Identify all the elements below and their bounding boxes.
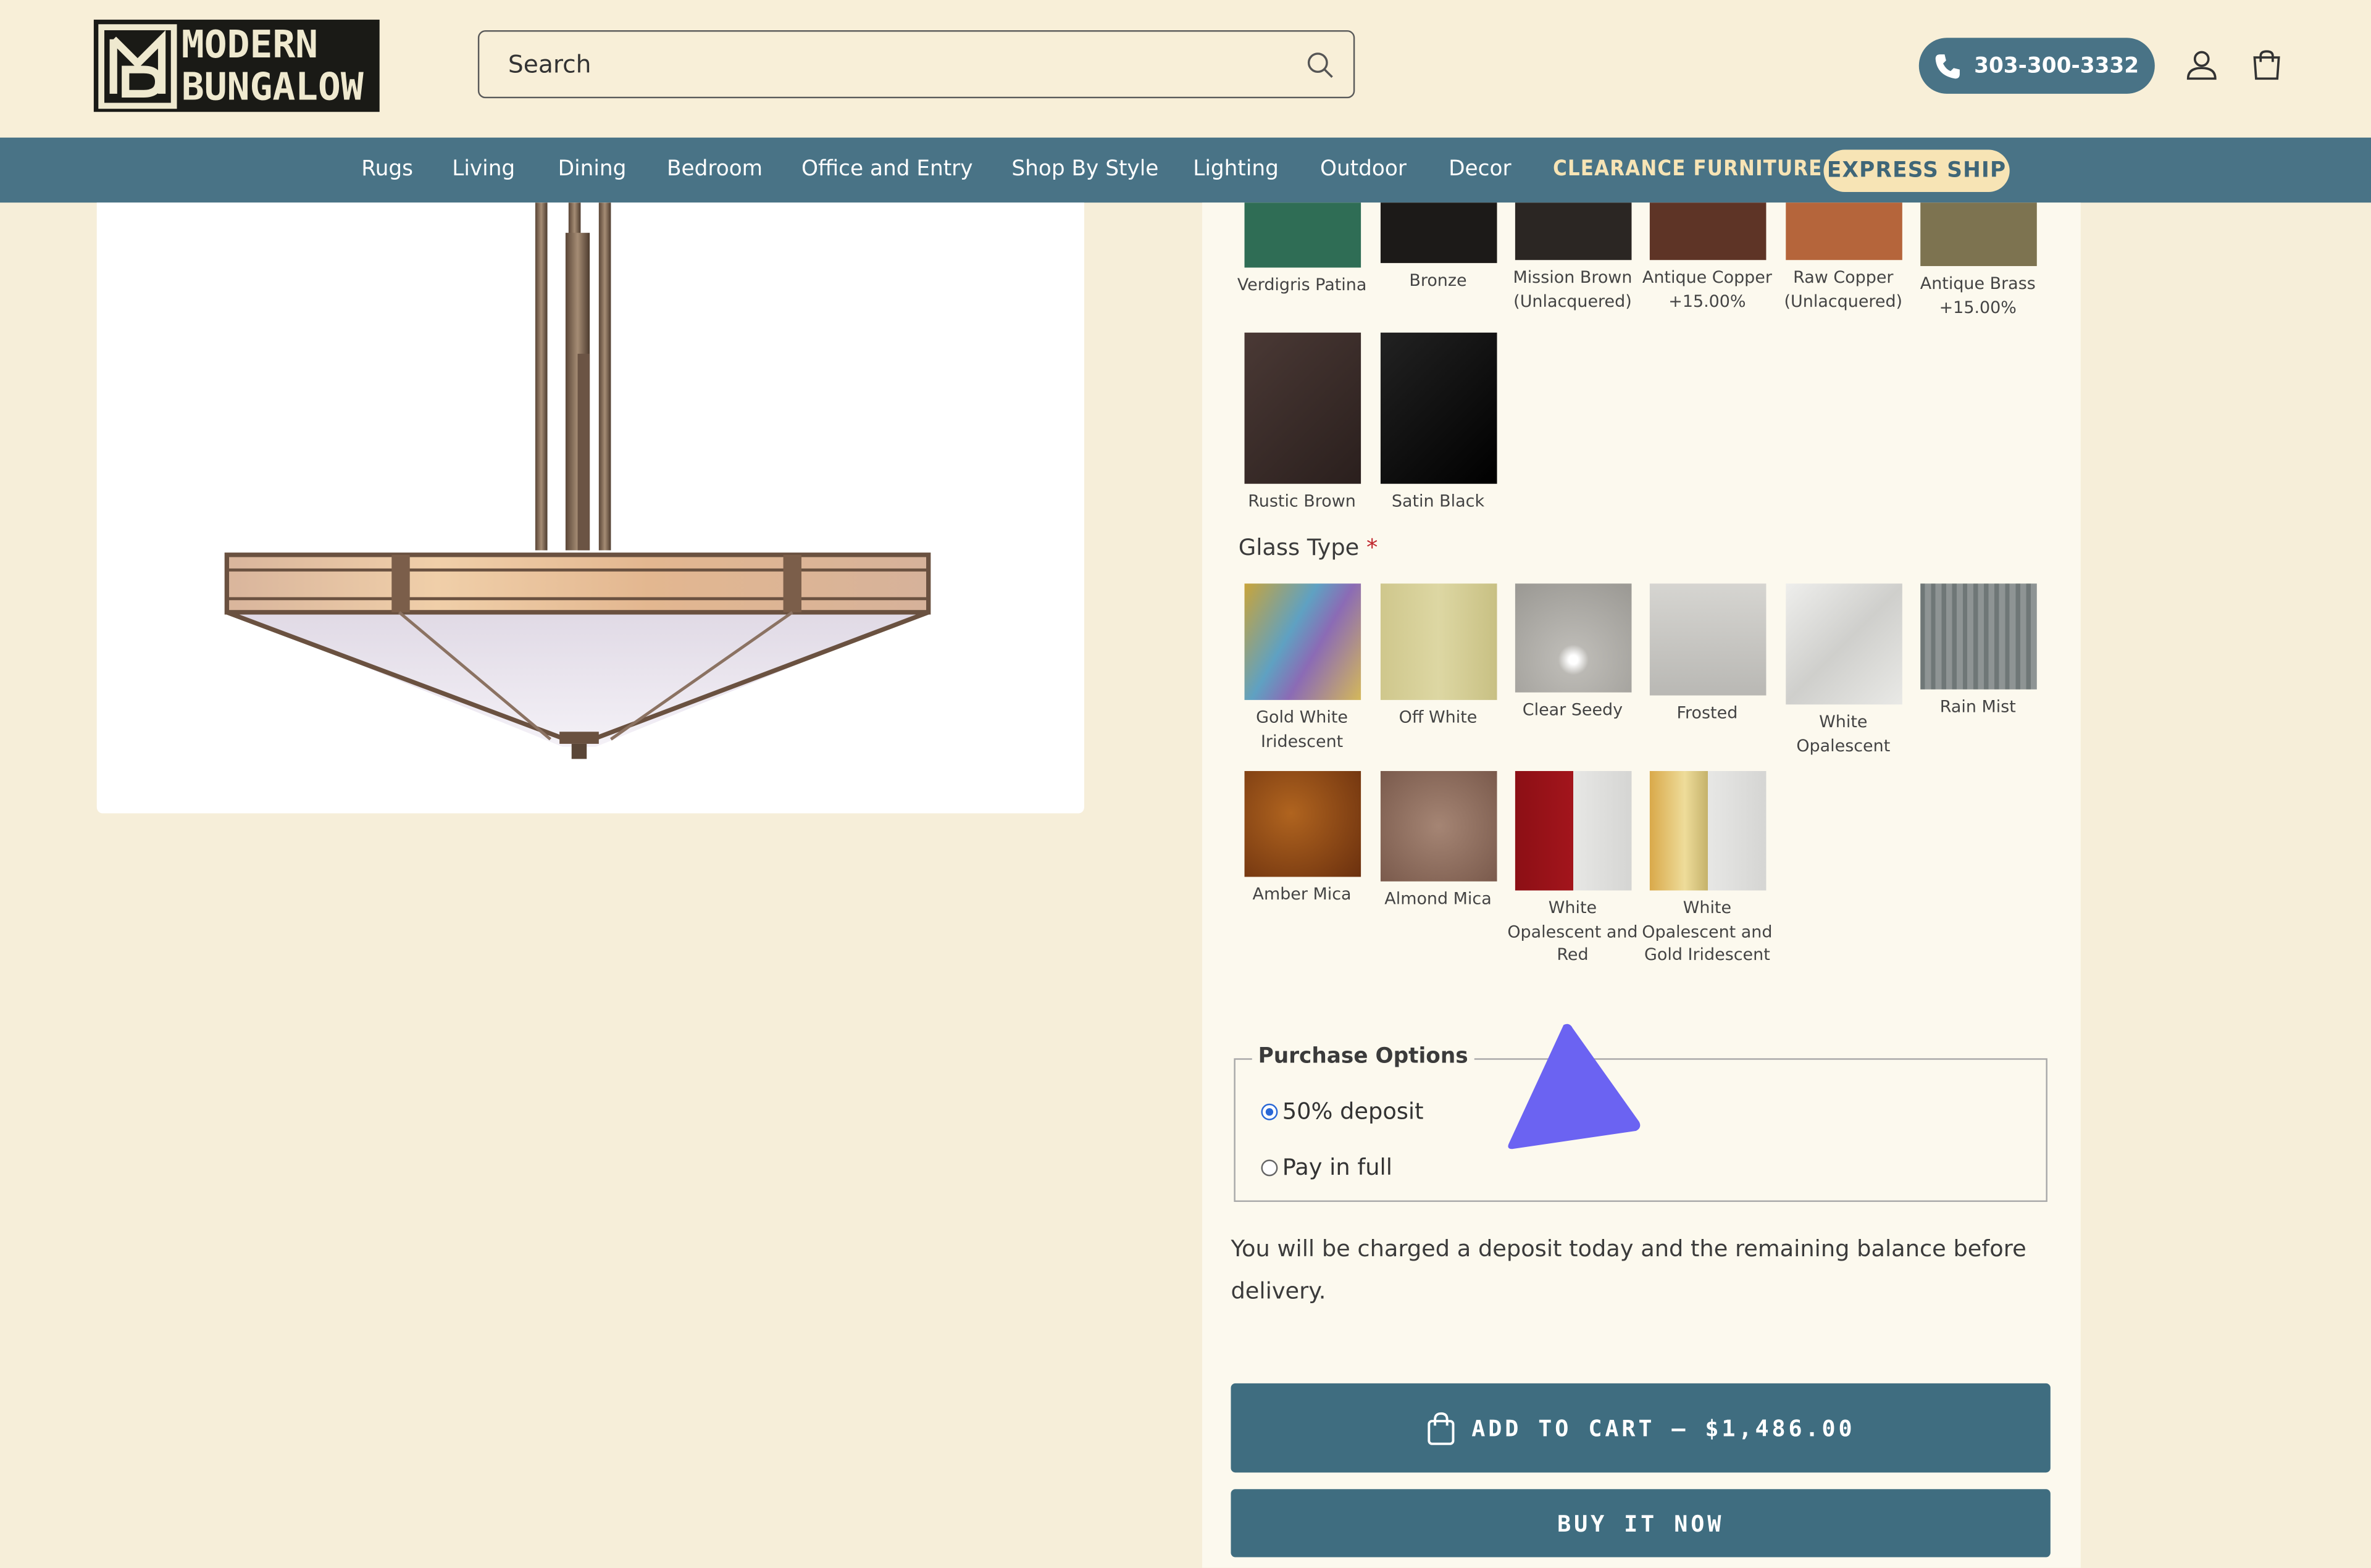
deposit-radio[interactable] xyxy=(1261,1103,1278,1120)
finish-swatch-label: Verdigris Patina xyxy=(1237,275,1367,295)
finish-swatch-label: Bronze xyxy=(1409,270,1467,291)
nav-rugs[interactable]: Rugs xyxy=(361,138,413,202)
glass-swatch-image xyxy=(1649,770,1766,891)
nav-clearance[interactable]: CLEARANCE FURNITURE xyxy=(1553,138,1822,202)
glass-swatch-label: Amber Mica xyxy=(1252,884,1352,904)
glass-swatch-image xyxy=(1514,583,1631,693)
finish-swatch-label: Antique Copper +15.00% xyxy=(1642,267,1772,311)
phone-number: 303-300-3332 xyxy=(1974,53,2139,78)
finish-swatch[interactable]: Verdigris Patina xyxy=(1234,202,1369,297)
glass-swatch-label: White Opalescent and Red xyxy=(1507,898,1638,965)
phone-icon xyxy=(1936,53,1961,78)
glass-swatch-image xyxy=(1649,583,1766,696)
glass-swatch[interactable]: White Opalescent and Red xyxy=(1505,770,1641,967)
glass-swatch[interactable]: Amber Mica xyxy=(1234,770,1369,906)
finish-swatch-image xyxy=(1379,332,1497,484)
deposit-option[interactable]: 50% deposit xyxy=(1261,1098,1424,1125)
glass-swatch-label: Almond Mica xyxy=(1384,889,1492,909)
glass-type-label: Glass Type * xyxy=(1239,533,1378,561)
pay-full-radio[interactable] xyxy=(1261,1159,1278,1176)
main-nav: Rugs Living Dining Bedroom Office and En… xyxy=(0,137,2371,203)
account-icon[interactable] xyxy=(2183,47,2220,83)
deposit-note: You will be charged a deposit today and … xyxy=(1231,1235,2026,1305)
glass-swatch-image xyxy=(1379,583,1497,700)
pointer-cursor-icon xyxy=(1508,1024,1641,1149)
search-icon[interactable] xyxy=(1305,50,1335,80)
glass-swatch-image xyxy=(1379,770,1497,882)
finish-swatch-image xyxy=(1920,202,2036,267)
glass-swatch-image xyxy=(1244,770,1360,877)
finish-swatch-label: Rustic Brown xyxy=(1248,491,1356,511)
express-ship-badge[interactable]: EXPRESS SHIP xyxy=(1823,149,2010,193)
glass-swatch[interactable]: Clear Seedy xyxy=(1505,583,1641,722)
finish-swatch[interactable]: Bronze xyxy=(1370,202,1506,293)
finish-swatch-label: Satin Black xyxy=(1391,491,1485,511)
glass-swatch-label: Rain Mist xyxy=(1939,696,2016,717)
finish-swatch-image xyxy=(1785,202,1902,261)
logo-line-1: MODERN xyxy=(181,22,319,66)
finish-swatch-label: Mission Brown (Unlacquered) xyxy=(1513,267,1633,311)
finish-swatch[interactable]: Rustic Brown xyxy=(1234,332,1369,514)
nav-bedroom[interactable]: Bedroom xyxy=(667,138,763,202)
finish-swatch-image xyxy=(1649,202,1766,261)
nav-decor[interactable]: Decor xyxy=(1449,138,1511,202)
glass-swatch[interactable]: Off White xyxy=(1370,583,1506,729)
finish-swatch-image xyxy=(1379,202,1497,264)
glass-swatch[interactable]: White Opalescent and Gold Iridescent xyxy=(1639,770,1775,967)
glass-swatch-label: Frosted xyxy=(1676,703,1738,723)
buy-now-button[interactable]: BUY IT NOW xyxy=(1231,1489,2051,1558)
logo-mark-icon xyxy=(94,20,182,112)
finish-swatch[interactable]: Raw Copper (Unlacquered) xyxy=(1775,202,1911,313)
deposit-label[interactable]: 50% deposit xyxy=(1282,1098,1424,1125)
cart-icon[interactable] xyxy=(2249,47,2285,83)
glass-swatch[interactable]: Gold White Iridescent xyxy=(1234,583,1369,753)
site-header: MODERN BUNGALOW 303-300-3332 xyxy=(0,0,2371,138)
glass-swatch-image xyxy=(1244,583,1360,700)
buy-now-label: BUY IT NOW xyxy=(1557,1509,1725,1537)
search-input[interactable] xyxy=(508,31,1295,97)
purchase-options-legend: Purchase Options xyxy=(1252,1045,1474,1069)
nav-living[interactable]: Living xyxy=(452,138,515,202)
glass-swatch-label: White Opalescent xyxy=(1796,712,1891,756)
glass-swatch-label: Gold White Iridescent xyxy=(1256,707,1349,751)
glass-swatch[interactable]: Frosted xyxy=(1639,583,1775,725)
product-image[interactable] xyxy=(96,202,1084,814)
shopping-bag-icon xyxy=(1428,1411,1455,1445)
required-mark: * xyxy=(1366,533,1378,561)
finish-swatch[interactable]: Antique Brass +15.00% xyxy=(1910,202,2046,319)
add-to-cart-button[interactable]: ADD TO CART – $1,486.00 xyxy=(1231,1383,2051,1473)
nav-shop-by-style[interactable]: Shop By Style xyxy=(1011,138,1158,202)
finish-swatch-image xyxy=(1244,332,1360,484)
finish-swatch-image xyxy=(1514,202,1631,261)
nav-office-entry[interactable]: Office and Entry xyxy=(801,138,973,202)
pendant-light-image xyxy=(224,202,931,759)
add-to-cart-label: ADD TO CART – $1,486.00 xyxy=(1471,1414,1855,1442)
search-box xyxy=(477,30,1355,99)
finish-swatch-image xyxy=(1244,202,1360,268)
glass-swatch[interactable]: White Opalescent xyxy=(1775,583,1911,757)
nav-outdoor[interactable]: Outdoor xyxy=(1320,138,1407,202)
glass-swatch-label: Clear Seedy xyxy=(1522,699,1623,720)
glass-type-text: Glass Type xyxy=(1238,533,1360,561)
nav-dining[interactable]: Dining xyxy=(558,138,627,202)
finish-swatch[interactable]: Antique Copper +15.00% xyxy=(1639,202,1775,313)
nav-lighting[interactable]: Lighting xyxy=(1193,138,1279,202)
glass-swatch-image xyxy=(1920,583,2036,690)
logo-line-2: BUNGALOW xyxy=(181,64,364,109)
glass-swatch[interactable]: Rain Mist xyxy=(1910,583,2046,719)
glass-swatch-label: White Opalescent and Gold Iridescent xyxy=(1642,898,1773,965)
brand-logo[interactable]: MODERN BUNGALOW xyxy=(93,19,380,112)
finish-swatch[interactable]: Satin Black xyxy=(1370,332,1506,514)
logo-text: MODERN BUNGALOW xyxy=(182,23,364,108)
glass-swatch-image xyxy=(1785,583,1902,705)
phone-button[interactable]: 303-300-3332 xyxy=(1918,38,2155,94)
finish-swatch-label: Antique Brass +15.00% xyxy=(1920,273,2036,317)
pay-full-option[interactable]: Pay in full xyxy=(1261,1154,1392,1181)
glass-swatch-image xyxy=(1514,770,1631,891)
finish-swatch[interactable]: Mission Brown (Unlacquered) xyxy=(1505,202,1641,313)
glass-swatch-label: Off White xyxy=(1399,707,1478,727)
pay-full-label[interactable]: Pay in full xyxy=(1282,1154,1392,1181)
finish-swatch-label: Raw Copper (Unlacquered) xyxy=(1784,267,1903,311)
glass-swatch[interactable]: Almond Mica xyxy=(1370,770,1506,911)
